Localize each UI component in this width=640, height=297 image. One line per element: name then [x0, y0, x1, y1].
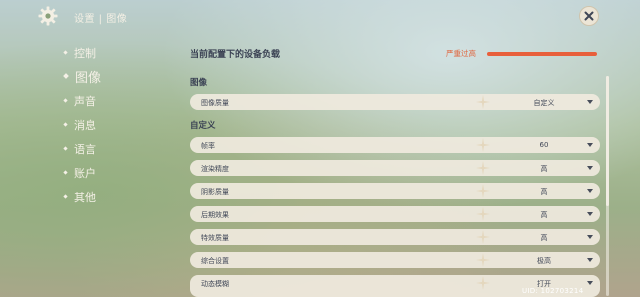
- sparkle-icon: [476, 207, 490, 221]
- caret-down-icon: [587, 166, 593, 170]
- sparkle-icon: [476, 138, 490, 152]
- setting-value: 高: [540, 234, 548, 242]
- section-title-image: 图像: [190, 78, 208, 88]
- setting-label: 帧率: [201, 142, 215, 150]
- bullet-icon: [63, 73, 69, 79]
- setting-label: 后期效果: [201, 211, 229, 219]
- close-icon: [584, 11, 594, 21]
- close-button[interactable]: [579, 6, 599, 26]
- setting-label: 阴影质量: [201, 188, 229, 196]
- section-title-custom: 自定义: [190, 121, 216, 131]
- setting-value: 高: [540, 165, 548, 173]
- post-processing-dropdown[interactable]: 后期效果 高: [190, 206, 600, 222]
- gear-icon: [38, 6, 58, 26]
- setting-value: 极高: [537, 257, 551, 265]
- sidebar-item-label: 控制: [74, 46, 96, 60]
- bullet-icon: [63, 121, 68, 127]
- sidebar-item-graphics[interactable]: 图像: [63, 64, 164, 88]
- settings-sidebar: 控制 图像 声音 消息 语言 账户 其他: [63, 40, 164, 208]
- setting-value: 自定义: [533, 99, 555, 107]
- setting-value: 高: [540, 211, 548, 219]
- sparkle-icon: [476, 230, 490, 244]
- setting-label: 图像质量: [201, 99, 229, 107]
- sidebar-item-messages[interactable]: 消息: [63, 112, 164, 136]
- sparkle-icon: [476, 95, 490, 109]
- sidebar-item-label: 图像: [75, 71, 102, 86]
- setting-label: 综合设置: [201, 257, 229, 265]
- device-load-title: 当前配置下的设备负载: [190, 50, 281, 60]
- setting-label: 特效质量: [201, 234, 229, 242]
- sparkle-icon: [476, 276, 490, 290]
- bullet-icon: [63, 49, 68, 55]
- caret-down-icon: [587, 100, 593, 104]
- device-load-fill: [487, 52, 597, 56]
- effects-quality-dropdown[interactable]: 特效质量 高: [190, 229, 600, 245]
- player-uid: UID: 102703214: [522, 287, 584, 295]
- sparkle-icon: [476, 184, 490, 198]
- caret-down-icon: [587, 281, 593, 285]
- sidebar-item-language[interactable]: 语言: [63, 136, 164, 160]
- setting-value: 60: [539, 141, 549, 149]
- frame-rate-dropdown[interactable]: 帧率 60: [190, 137, 600, 153]
- caret-down-icon: [587, 235, 593, 239]
- sidebar-item-label: 账户: [74, 166, 96, 180]
- caret-down-icon: [587, 189, 593, 193]
- sidebar-item-other[interactable]: 其他: [63, 184, 164, 208]
- sidebar-item-controls[interactable]: 控制: [63, 40, 164, 64]
- shadow-quality-dropdown[interactable]: 阴影质量 高: [190, 183, 600, 199]
- bullet-icon: [63, 97, 68, 103]
- caret-down-icon: [587, 212, 593, 216]
- sidebar-item-audio[interactable]: 声音: [63, 88, 164, 112]
- bullet-icon: [63, 145, 68, 151]
- sidebar-item-label: 声音: [74, 94, 96, 108]
- overall-setting-dropdown[interactable]: 综合设置 极高: [190, 252, 600, 268]
- sidebar-item-account[interactable]: 账户: [63, 160, 164, 184]
- setting-label: 动态模糊: [201, 280, 229, 288]
- device-load-status: 严重过高: [446, 49, 476, 58]
- bullet-icon: [63, 169, 68, 175]
- device-load-bar: [487, 52, 597, 56]
- bullet-icon: [63, 193, 68, 199]
- sidebar-item-label: 其他: [74, 190, 96, 204]
- image-quality-dropdown[interactable]: 图像质量 自定义: [190, 94, 600, 110]
- breadcrumb: 设置 | 图像: [74, 14, 128, 25]
- setting-label: 渲染精度: [201, 165, 229, 173]
- caret-down-icon: [587, 143, 593, 147]
- caret-down-icon: [587, 258, 593, 262]
- setting-value: 高: [540, 188, 548, 196]
- sidebar-item-label: 消息: [74, 118, 96, 132]
- settings-scrollbar[interactable]: [606, 76, 609, 296]
- scrollbar-thumb[interactable]: [606, 76, 609, 206]
- render-resolution-dropdown[interactable]: 渲染精度 高: [190, 160, 600, 176]
- sidebar-item-label: 语言: [74, 142, 96, 156]
- sparkle-icon: [476, 161, 490, 175]
- sparkle-icon: [476, 253, 490, 267]
